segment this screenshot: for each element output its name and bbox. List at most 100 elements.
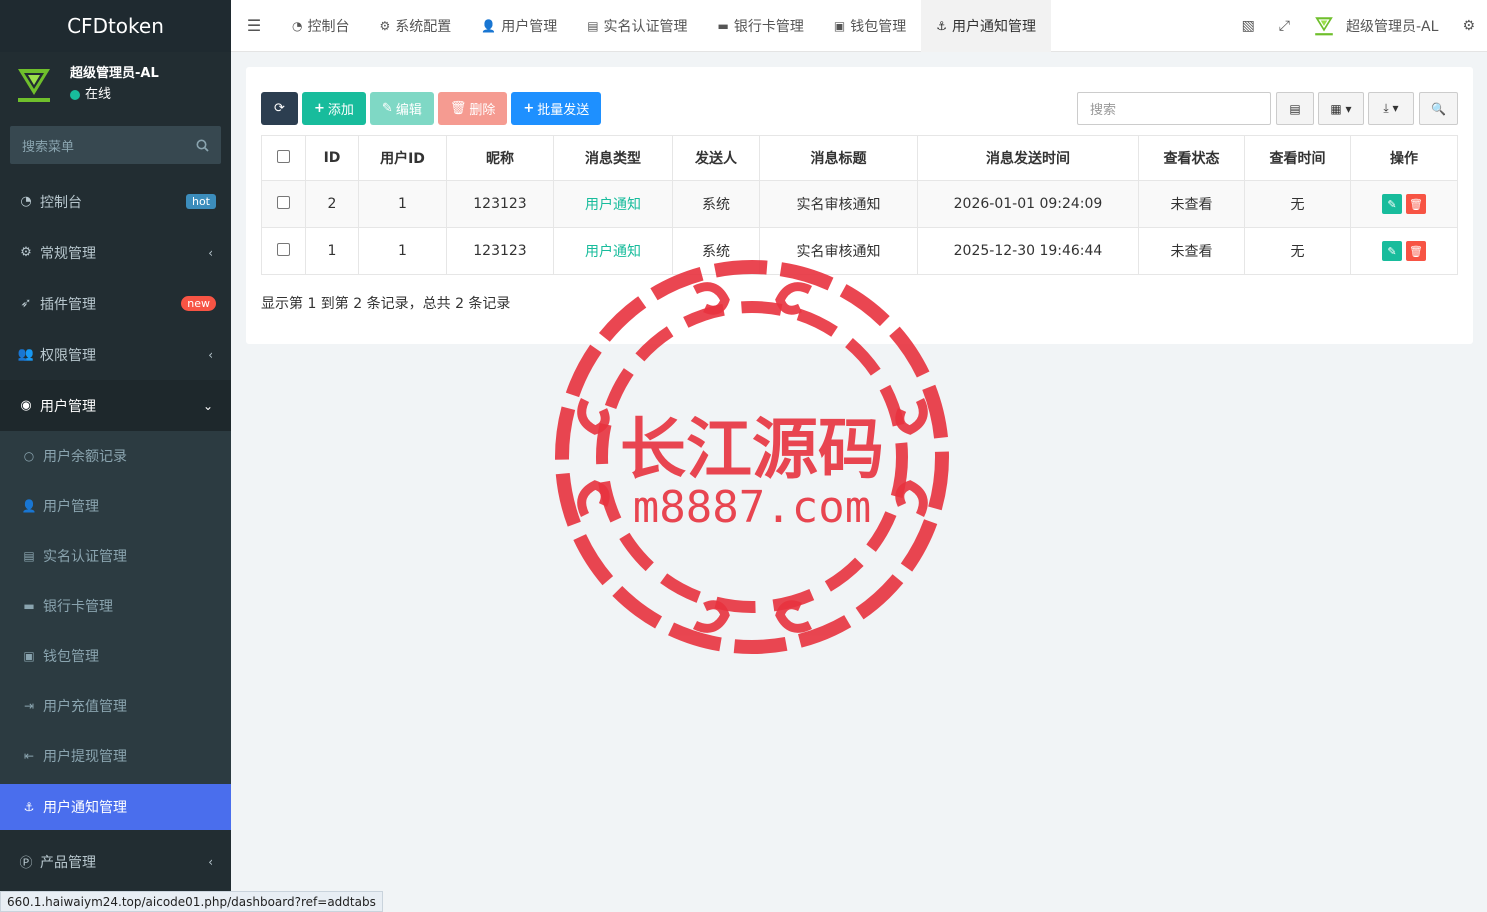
row-delete-button[interactable]: 🗑 xyxy=(1406,194,1426,214)
select-all-checkbox[interactable] xyxy=(277,149,290,163)
export-button[interactable]: ⤓ ▾ xyxy=(1368,92,1414,125)
edit-button[interactable]: ✎ 编辑 xyxy=(369,92,434,125)
top-right-controls: ▧ ⤢ 超级管理员-AL ⚙ xyxy=(1230,0,1487,52)
sign-out-icon: ⇤ xyxy=(23,749,35,763)
user-icon: 👤 xyxy=(481,18,497,33)
cell-view-time: 无 xyxy=(1244,227,1351,275)
gear-icon: ⚙ xyxy=(379,18,391,33)
sidebar-subitem-bank-cards[interactable]: ▬ 银行卡管理 xyxy=(0,581,231,631)
credit-card-icon: ▬ xyxy=(23,599,35,613)
tab-system-config[interactable]: ⚙ 系统配置 xyxy=(364,0,466,52)
sidebar-item-permissions[interactable]: 👥 权限管理 ‹ xyxy=(0,329,231,380)
table-search-input[interactable]: 搜索 xyxy=(1077,92,1271,125)
sidebar-user-name: 超级管理员-AL xyxy=(70,66,159,81)
col-header[interactable]: 查看时间 xyxy=(1244,135,1351,181)
translate-icon[interactable]: ▧ xyxy=(1230,18,1267,34)
col-header[interactable]: 消息标题 xyxy=(759,135,918,181)
settings-cogs-icon[interactable]: ⚙ xyxy=(1450,18,1487,34)
credit-card-icon: ▬ xyxy=(717,18,729,33)
online-status: 在线 xyxy=(70,84,159,106)
pencil-icon: ✎ xyxy=(381,101,393,116)
user-panel: 超级管理员-AL 在线 xyxy=(0,52,231,118)
cell-type: 用户通知 xyxy=(553,227,673,275)
id-card-icon: ▤ xyxy=(587,18,599,33)
export-icon: ⤓ ▾ xyxy=(1383,101,1399,115)
plus-icon: + xyxy=(314,101,325,116)
advanced-search-button[interactable]: 🔍 xyxy=(1419,92,1458,125)
table-row[interactable]: 1 1 123123 用户通知 系统 实名审核通知 2025-12-30 19:… xyxy=(261,227,1458,275)
table-row[interactable]: 2 1 123123 用户通知 系统 实名审核通知 2026-01-01 09:… xyxy=(261,180,1458,228)
tab-notifications[interactable]: ⚓ 用户通知管理 xyxy=(921,0,1051,52)
chevron-left-icon: ‹ xyxy=(208,245,213,260)
tab-realname[interactable]: ▤ 实名认证管理 xyxy=(572,0,702,52)
sidebar-subitem-balance-records[interactable]: ○ 用户余额记录 xyxy=(0,431,231,481)
sidebar-item-user-management[interactable]: ◉ 用户管理 ⌄ xyxy=(0,380,231,431)
delete-button[interactable]: 🗑 删除 xyxy=(437,92,508,125)
tab-label: 控制台 xyxy=(307,18,350,35)
col-header[interactable]: 发送人 xyxy=(672,135,760,181)
menu-toggle-icon[interactable]: ☰ xyxy=(231,16,277,35)
sidebar-subitem-notifications[interactable]: ⚓ 用户通知管理 xyxy=(0,784,231,830)
message-type-link[interactable]: 用户通知 xyxy=(585,244,641,260)
fullscreen-icon[interactable]: ⤢ xyxy=(1267,18,1302,34)
batch-send-button[interactable]: + 批量发送 xyxy=(511,92,602,125)
sidebar-subitem-users[interactable]: 👤 用户管理 xyxy=(0,481,231,531)
row-checkbox[interactable] xyxy=(277,195,290,209)
circle-o-icon: ○ xyxy=(23,449,35,463)
sidebar-subitem-realname[interactable]: ▤ 实名认证管理 xyxy=(0,531,231,581)
tab-dashboard[interactable]: ◔ 控制台 xyxy=(277,0,364,52)
tab-user-management[interactable]: 👤 用户管理 xyxy=(466,0,572,52)
row-edit-button[interactable]: ✎ xyxy=(1382,241,1402,261)
user-icon: 👤 xyxy=(21,499,37,513)
chevron-left-icon: ‹ xyxy=(208,854,213,869)
edit-button-label: 编辑 xyxy=(395,103,422,118)
sidebar-item-general[interactable]: ⚙ 常规管理 ‹ xyxy=(0,227,231,278)
table-search-placeholder: 搜索 xyxy=(1090,103,1117,118)
money-icon: ▣ xyxy=(833,18,846,33)
avatar xyxy=(1315,17,1333,36)
menu-search-input[interactable]: 搜索菜单 xyxy=(10,126,221,164)
sidebar-subitem-wallets[interactable]: ▣ 钱包管理 xyxy=(0,631,231,681)
dashboard-icon: ◔ xyxy=(20,194,32,209)
col-header[interactable]: 昵称 xyxy=(446,135,554,181)
pagination-info: 显示第 1 到第 2 条记录，总共 2 条记录 xyxy=(261,296,511,312)
tab-bank-cards[interactable]: ▬ 银行卡管理 xyxy=(703,0,819,52)
col-header[interactable]: 查看状态 xyxy=(1138,135,1245,181)
trash-icon: 🗑 xyxy=(1409,197,1423,211)
group-icon: 👥 xyxy=(17,347,35,362)
row-edit-button[interactable]: ✎ xyxy=(1382,194,1402,214)
col-header[interactable]: 用户ID xyxy=(358,135,447,181)
refresh-button[interactable]: ⟳ xyxy=(261,92,298,125)
row-delete-button[interactable]: 🗑 xyxy=(1406,241,1426,261)
menu-search-placeholder: 搜索菜单 xyxy=(22,139,75,155)
message-type-link[interactable]: 用户通知 xyxy=(585,197,641,213)
cogs-icon: ⚙ xyxy=(20,245,32,260)
refresh-icon: ⟳ xyxy=(274,101,285,116)
admin-name: 超级管理员-AL xyxy=(1346,19,1439,35)
cell-user-id: 1 xyxy=(358,227,447,275)
online-dot-icon xyxy=(70,90,80,100)
col-header[interactable]: 消息发送时间 xyxy=(917,135,1139,181)
brand-logo-text[interactable]: CFDtoken xyxy=(0,0,231,52)
table-toolbar: ⟳ + 添加 ✎ 编辑 🗑 删除 + 批量发送 xyxy=(261,92,605,125)
select-all-cell xyxy=(261,135,306,181)
money-icon: ▣ xyxy=(23,649,35,663)
add-button[interactable]: + 添加 xyxy=(302,92,366,125)
col-header[interactable]: 消息类型 xyxy=(553,135,673,181)
admin-profile[interactable]: 超级管理员-AL xyxy=(1302,15,1450,37)
add-button-label: 添加 xyxy=(327,103,354,118)
sidebar-item-dashboard[interactable]: ◔ 控制台 hot xyxy=(0,176,231,227)
columns-button[interactable]: ▦ ▾ xyxy=(1318,92,1364,125)
toggle-view-button[interactable]: ▤ xyxy=(1276,92,1314,125)
row-checkbox[interactable] xyxy=(277,242,290,256)
sidebar-subitem-recharge[interactable]: ⇥ 用户充值管理 xyxy=(0,681,231,731)
tab-wallets[interactable]: ▣ 钱包管理 xyxy=(819,0,921,52)
sidebar-item-label: 控制台 xyxy=(40,194,82,211)
search-icon[interactable] xyxy=(196,139,209,152)
col-header[interactable]: ID xyxy=(305,135,359,181)
sidebar-subitem-withdraw[interactable]: ⇤ 用户提现管理 xyxy=(0,731,231,781)
cell-id: 2 xyxy=(305,180,359,228)
watermark-title: 长江源码 xyxy=(620,411,884,488)
sidebar-item-plugins[interactable]: ➶ 插件管理 new xyxy=(0,278,231,329)
sidebar-item-products[interactable]: Ⓟ 产品管理 ‹ xyxy=(0,836,231,887)
